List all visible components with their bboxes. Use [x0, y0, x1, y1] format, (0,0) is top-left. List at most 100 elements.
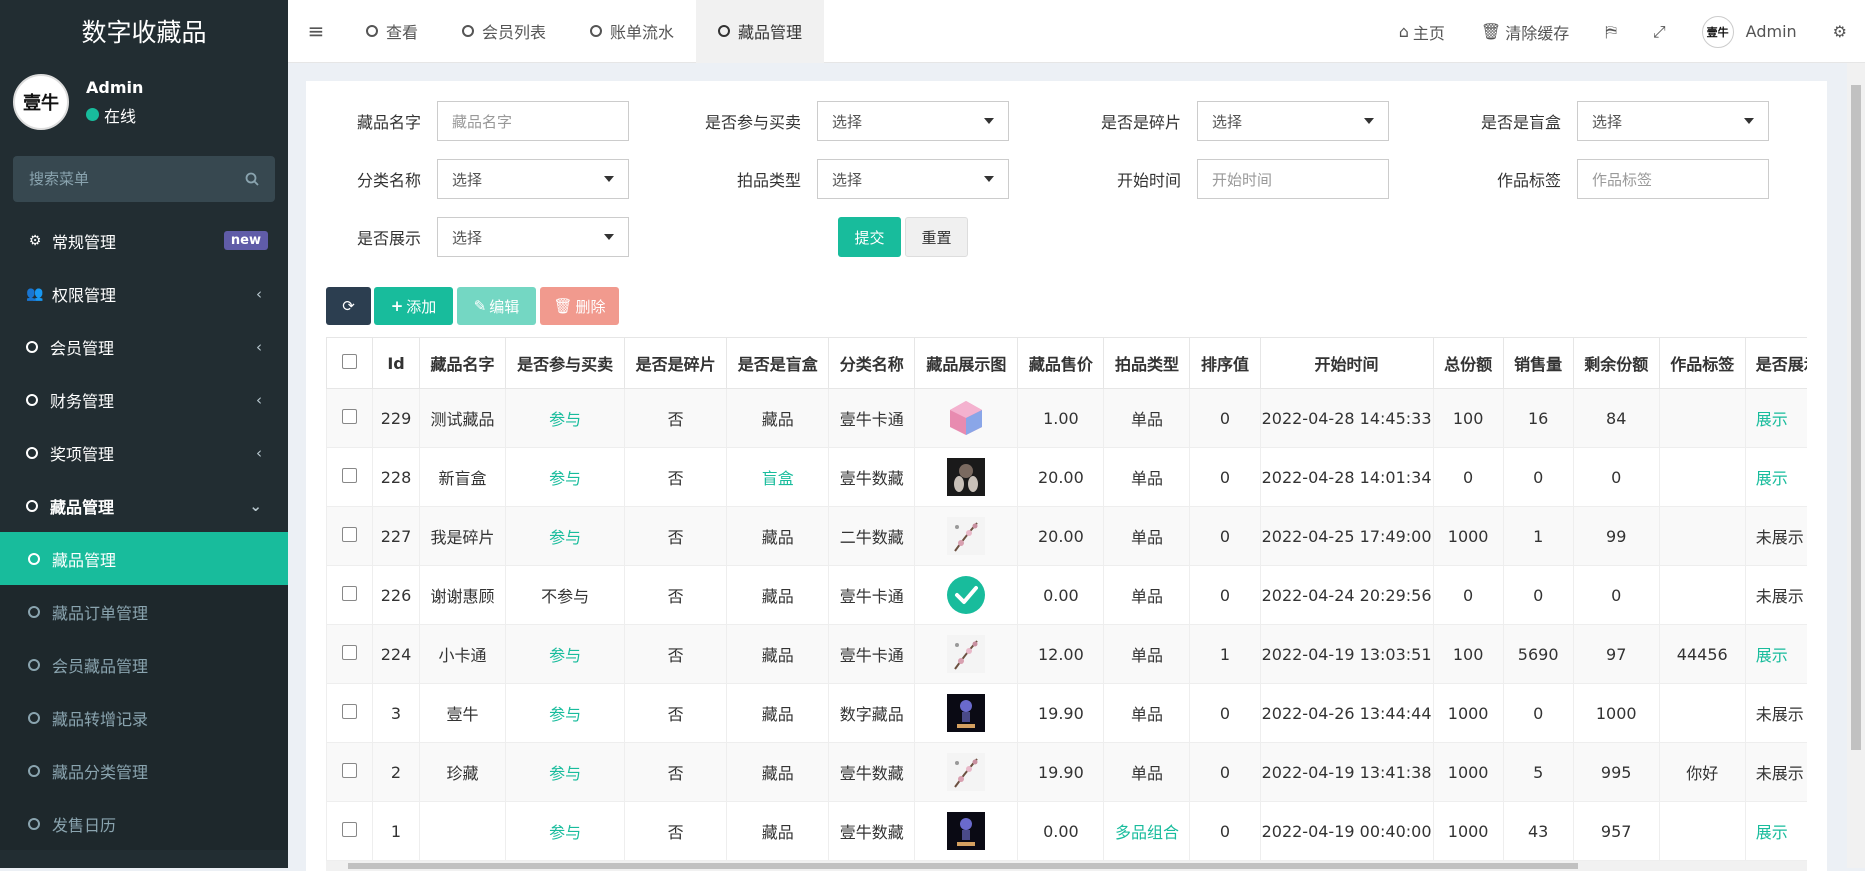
- filter-start-input[interactable]: 开始时间: [1197, 159, 1389, 199]
- cell-display[interactable]: 展示: [1744, 447, 1807, 507]
- filter-blindbox-select[interactable]: 选择: [1577, 101, 1769, 141]
- filter-auction-select[interactable]: 选择: [817, 159, 1009, 199]
- cell-image[interactable]: [914, 447, 1019, 507]
- header-tag[interactable]: 作品标签: [1658, 337, 1746, 389]
- sidebar-item-collection[interactable]: 藏品管理 ⌄: [0, 479, 288, 532]
- row-checkbox[interactable]: [342, 467, 357, 483]
- table-row[interactable]: 224 小卡通 参与否藏品 壹牛卡通 12.00 单品 1 2022-04-19 13:03:…: [326, 624, 1807, 684]
- tab-collection-manage[interactable]: 藏品管理: [696, 0, 825, 63]
- cell-image[interactable]: [914, 801, 1019, 861]
- admin-menu[interactable]: 壹牛 Admin: [1684, 15, 1815, 48]
- row-checkbox[interactable]: [342, 821, 357, 837]
- collection-thumbnail[interactable]: [947, 694, 986, 732]
- header-total[interactable]: 总份额: [1432, 337, 1504, 389]
- cell-display[interactable]: 展示: [1744, 801, 1807, 861]
- home-link[interactable]: ⌂ 主页: [1381, 20, 1463, 44]
- header-price[interactable]: 藏品售价: [1017, 337, 1105, 389]
- sidebar-subitem-calendar[interactable]: 发售日历: [0, 797, 288, 850]
- scrollbar-thumb[interactable]: [1851, 85, 1861, 750]
- table-row[interactable]: 228 新盲盒 参与否盲盒 壹牛数藏 20.00 单品 0 2022-04-28 14:01:…: [326, 447, 1807, 507]
- header-display[interactable]: 是否展示: [1744, 337, 1807, 389]
- cell-trade[interactable]: 参与: [505, 447, 626, 507]
- header-name[interactable]: 藏品名字: [419, 337, 507, 389]
- sidebar-item-permission[interactable]: 👥 权限管理 ‹: [0, 267, 288, 320]
- header-fragment[interactable]: 是否是碎片: [624, 337, 728, 389]
- cell-image[interactable]: [914, 683, 1019, 743]
- cell-trade[interactable]: 参与: [505, 388, 626, 448]
- refresh-button[interactable]: ⟳: [326, 287, 371, 325]
- cell-trade[interactable]: 参与: [505, 742, 626, 802]
- table-row[interactable]: 3 壹牛 参与否藏品 数字藏品 19.90 单品 0 2022-04-26 13:44:44 1…: [326, 683, 1807, 743]
- cell-display[interactable]: 未展示: [1744, 506, 1807, 566]
- filter-tag-input[interactable]: 作品标签: [1577, 159, 1769, 199]
- sidebar-item-awards[interactable]: 奖项管理 ‹: [0, 426, 288, 479]
- cell-image[interactable]: [914, 742, 1019, 802]
- menu-search-input[interactable]: [29, 170, 229, 188]
- filter-trade-select[interactable]: 选择: [817, 101, 1009, 141]
- filter-display-select[interactable]: 选择: [437, 217, 629, 257]
- sidebar-item-general[interactable]: ⚙ 常规管理 new: [0, 214, 288, 267]
- sidebar-subitem-orders[interactable]: 藏品订单管理: [0, 585, 288, 638]
- row-checkbox[interactable]: [342, 585, 357, 601]
- sidebar-subitem-member-collections[interactable]: 会员藏品管理: [0, 638, 288, 691]
- table-row[interactable]: 1 参与否藏品 壹牛数藏 0.00 多品组合 0 2022-04-19 00:40:00 10…: [326, 801, 1807, 861]
- submit-button[interactable]: 提交: [838, 217, 901, 257]
- search-icon[interactable]: [245, 172, 259, 186]
- reset-button[interactable]: 重置: [905, 217, 968, 257]
- cell-display[interactable]: 未展示: [1744, 683, 1807, 743]
- header-blindbox[interactable]: 是否是盲盒: [726, 337, 830, 389]
- fullscreen-icon[interactable]: ⤢: [1635, 22, 1684, 42]
- delete-button[interactable]: 🗑 删除: [540, 287, 619, 325]
- menu-toggle-icon[interactable]: ≡: [288, 19, 344, 43]
- row-checkbox[interactable]: [342, 703, 357, 719]
- page-scrollbar[interactable]: [1847, 63, 1865, 868]
- table-row[interactable]: 226 谢谢惠顾 不参与否藏品 壹牛卡通 0.00 单品 0 2022-04-24 20:29…: [326, 565, 1807, 625]
- filter-category-select[interactable]: 选择: [437, 159, 629, 199]
- row-checkbox[interactable]: [342, 526, 357, 542]
- tab-bill-flow[interactable]: 账单流水: [568, 0, 696, 63]
- cell-image[interactable]: [914, 388, 1019, 448]
- cell-image[interactable]: [914, 565, 1019, 625]
- sidebar-item-members[interactable]: 会员管理 ‹: [0, 320, 288, 373]
- cell-trade[interactable]: 参与: [505, 506, 626, 566]
- sidebar-item-finance[interactable]: 财务管理 ‹: [0, 373, 288, 426]
- cell-display[interactable]: 展示: [1744, 388, 1807, 448]
- table-horizontal-scrollbar[interactable]: [326, 861, 1807, 871]
- collection-thumbnail[interactable]: [947, 576, 986, 614]
- sidebar-subitem-categories[interactable]: 藏品分类管理: [0, 744, 288, 797]
- header-left[interactable]: 剩余份额: [1572, 337, 1660, 389]
- header-type[interactable]: 拍品类型: [1103, 337, 1191, 389]
- header-image[interactable]: 藏品展示图: [914, 337, 1019, 389]
- brand-title[interactable]: 数字收藏品: [0, 0, 288, 62]
- collection-thumbnail[interactable]: [947, 517, 986, 555]
- header-id[interactable]: Id: [372, 337, 421, 389]
- cell-display[interactable]: 未展示: [1744, 742, 1807, 802]
- header-sold[interactable]: 销售量: [1502, 337, 1574, 389]
- header-sort[interactable]: 排序值: [1189, 337, 1261, 389]
- cell-trade[interactable]: 参与: [505, 801, 626, 861]
- cell-trade[interactable]: 不参与: [505, 565, 626, 625]
- table-row[interactable]: 229 测试藏品 参与否藏品 壹牛卡通 1.00 单品 0 2022-04-28 14:45:…: [326, 388, 1807, 448]
- select-all-checkbox[interactable]: [342, 353, 357, 369]
- add-button[interactable]: + 添加: [374, 287, 453, 325]
- table-row[interactable]: 227 我是碎片 参与否藏品 二牛数藏 20.00 单品 0 2022-04-25 17:49…: [326, 506, 1807, 566]
- table-scrollbar-thumb[interactable]: [348, 863, 1578, 869]
- cell-trade[interactable]: 参与: [505, 624, 626, 684]
- filter-name-input[interactable]: 藏品名字: [437, 101, 629, 141]
- tab-member-list[interactable]: 会员列表: [440, 0, 568, 63]
- row-checkbox[interactable]: [342, 762, 357, 778]
- header-category[interactable]: 分类名称: [828, 337, 916, 389]
- tab-view[interactable]: 查看: [344, 0, 440, 63]
- sidebar-subitem-collection-manage[interactable]: 藏品管理: [0, 532, 288, 585]
- table-row[interactable]: 2 珍藏 参与否藏品 壹牛数藏 19.90 单品 0 2022-04-19 13:41:38 1…: [326, 742, 1807, 802]
- edit-button[interactable]: ✎ 编辑: [457, 287, 536, 325]
- row-checkbox[interactable]: [342, 644, 357, 660]
- collection-thumbnail[interactable]: [947, 753, 986, 791]
- collection-thumbnail[interactable]: [947, 812, 986, 850]
- clear-cache-link[interactable]: 🗑 清除缓存: [1463, 20, 1587, 44]
- language-icon[interactable]: ⛿: [1587, 22, 1635, 42]
- cell-display[interactable]: 未展示: [1744, 565, 1807, 625]
- sidebar-subitem-transfers[interactable]: 藏品转增记录: [0, 691, 288, 744]
- cell-trade[interactable]: 参与: [505, 683, 626, 743]
- collection-thumbnail[interactable]: [947, 635, 986, 673]
